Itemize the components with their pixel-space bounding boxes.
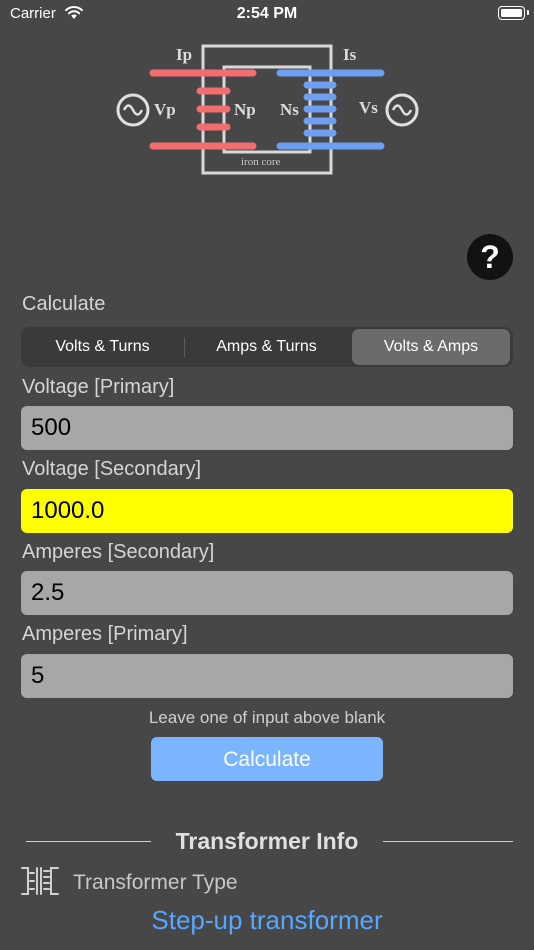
segment-volts-turns[interactable]: Volts & Turns: [21, 327, 184, 367]
label-ip: Ip: [176, 45, 192, 64]
segment-amps-turns[interactable]: Amps & Turns: [185, 327, 348, 367]
amperes-primary-label: Amperes [Primary]: [22, 623, 188, 645]
label-vp: Vp: [154, 100, 176, 119]
help-button[interactable]: ?: [467, 234, 513, 280]
segment-volts-amps[interactable]: Volts & Amps: [352, 329, 510, 365]
label-is: Is: [343, 45, 357, 64]
blank-input-hint: Leave one of input above blank: [148, 708, 386, 727]
calculate-button[interactable]: Calculate: [151, 737, 383, 781]
transformer-type-value: Step-up transformer: [151, 905, 383, 935]
battery-icon: [498, 6, 529, 20]
label-vs: Vs: [359, 98, 378, 117]
label-iron-core: iron core: [241, 156, 281, 168]
status-bar: Carrier 2:54 PM: [0, 0, 534, 30]
voltage-secondary-input[interactable]: [21, 489, 513, 533]
transformer-icon: [21, 867, 59, 895]
label-np: Np: [234, 100, 256, 119]
help-icon: ?: [480, 238, 500, 275]
calculate-label: Calculate: [22, 293, 106, 315]
calculation-mode-segmented-control[interactable]: Volts & Turns Amps & Turns Volts & Amps: [21, 327, 513, 367]
info-divider-right: [383, 841, 513, 842]
amperes-secondary-input[interactable]: [21, 571, 513, 615]
voltage-primary-label: Voltage [Primary]: [22, 376, 175, 398]
label-ns: Ns: [280, 100, 299, 119]
voltage-primary-input[interactable]: [21, 406, 513, 450]
amperes-secondary-label: Amperes [Secondary]: [22, 541, 215, 563]
amperes-primary-input[interactable]: [21, 654, 513, 698]
transformer-diagram: Ip Is Vp Vs Np Ns iron core: [116, 44, 419, 175]
transformer-type-label: Transformer Type: [73, 871, 238, 894]
clock: 2:54 PM: [236, 5, 298, 22]
voltage-secondary-label: Voltage [Secondary]: [22, 458, 202, 480]
